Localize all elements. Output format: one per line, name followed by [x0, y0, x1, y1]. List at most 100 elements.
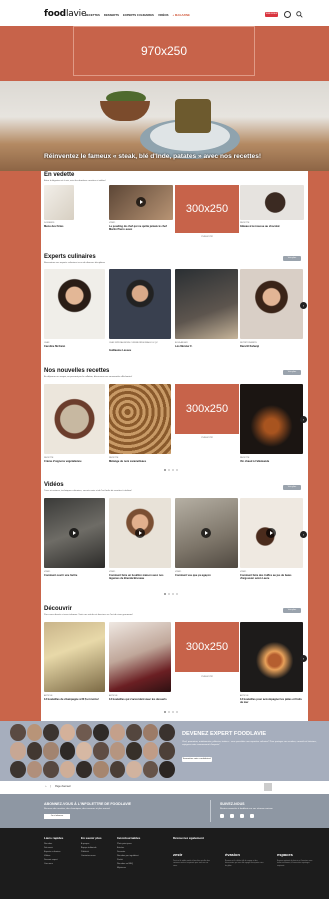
video-card-3[interactable]	[175, 498, 238, 568]
submit-candidature-button[interactable]: Soumettez votre candidature!	[182, 757, 212, 762]
home-icon[interactable]: ⌂	[45, 785, 46, 788]
video-card-2[interactable]	[109, 498, 171, 568]
footer-link[interactable]: Experts culinaires	[44, 851, 63, 853]
play-icon[interactable]	[136, 197, 146, 207]
card-title[interactable]: Menu des Fêtes	[44, 225, 76, 228]
section-title-discover: Découvrir	[44, 606, 73, 612]
card-title[interactable]: Crème d'oignons végétalienne	[44, 460, 105, 463]
card-title[interactable]: Le pouding du chef qui ne quitte jamais …	[109, 225, 173, 231]
card-title[interactable]: Caroline McCann	[44, 345, 105, 348]
nav-item-more[interactable]: + MAGAZINE	[173, 13, 190, 17]
youtube-icon[interactable]	[250, 814, 254, 818]
expert-card-1[interactable]	[44, 269, 105, 339]
breadcrumb-separator: |	[50, 785, 52, 788]
card-title[interactable]: Gâteau à la mousse au chocolat	[240, 225, 304, 228]
partner-espaces[interactable]: espaces Espaces présente le plein air et…	[277, 852, 317, 867]
site-logo[interactable]: foodlavie	[44, 9, 87, 19]
footer-link[interactable]: Recettes par ingrédient	[117, 855, 140, 857]
card-title[interactable]: Comment faire des truffes au jus de baie…	[240, 574, 303, 580]
nav-item-experts[interactable]: EXPERTS CULINAIRES	[123, 13, 154, 17]
discover-card-2[interactable]	[109, 622, 171, 692]
footer-link[interactable]: Vidéos	[44, 855, 63, 857]
expert-card-2[interactable]	[109, 269, 171, 339]
top-ad[interactable]: 970x250	[73, 26, 255, 76]
section-subtitle-recipes: En déjeuner au souper, en passant par la…	[44, 376, 133, 378]
footer-link[interactable]: Recettes	[44, 843, 63, 845]
play-icon[interactable]	[201, 528, 211, 538]
footer-link[interactable]: Recettes au BBQ	[117, 863, 140, 865]
card-title[interactable]: Vin chaud à l'allemande	[240, 460, 303, 463]
footer-link[interactable]: À propos	[81, 843, 102, 845]
card-title[interactable]: Comment vas que ça agaçon	[175, 574, 238, 577]
play-icon[interactable]	[69, 528, 79, 538]
see-all-experts-button[interactable]: Voir plus	[283, 256, 301, 261]
see-all-videos-button[interactable]: Voir plus	[283, 485, 301, 490]
card-title[interactable]: 13 bouteilles qui s'accordent avec les d…	[109, 698, 171, 701]
footer-link[interactable]: Concours	[44, 863, 63, 865]
section-title-experts: Experts culinaires	[44, 254, 96, 260]
nav-item-desserts[interactable]: DESSERTS	[104, 13, 119, 17]
card-title[interactable]: 13 bouteilles de champagne à 60 $ et moi…	[44, 698, 105, 701]
recipe-card-3[interactable]	[240, 384, 303, 454]
facebook-icon[interactable]	[220, 814, 224, 818]
subscribe-button[interactable]: S'ABONNER	[265, 12, 278, 17]
site-header: foodlavie RECETTES DESSERTS EXPERTS CULI…	[0, 0, 329, 26]
carousel-dots[interactable]	[164, 469, 178, 471]
featured-card-3[interactable]	[240, 185, 304, 220]
card-title[interactable]: Guillaume Lasseu	[109, 349, 171, 352]
card-image	[109, 622, 171, 692]
see-all-recipes-button[interactable]: Voir plus	[283, 370, 301, 375]
footer-link[interactable]: Mijoteuse	[117, 867, 140, 869]
discover-card-3[interactable]	[240, 622, 303, 692]
footer-link[interactable]: Devenir expert	[44, 859, 63, 861]
footer-link[interactable]: Découvrir	[44, 847, 63, 849]
card-title[interactable]: Comment ouvrir une huître	[44, 574, 105, 577]
partner-zestr[interactable]: zestr Zestr est le média santé et bien-ê…	[173, 852, 213, 867]
partner-evasion[interactable]: évasion Évasion est la chaîne télé du vo…	[225, 852, 265, 867]
carousel-next-icon[interactable]: ›	[300, 655, 307, 662]
carousel-next-icon[interactable]: ›	[300, 302, 307, 309]
footer-link[interactable]: Poulet	[117, 859, 140, 861]
instagram-icon[interactable]	[240, 814, 244, 818]
hero-banner[interactable]: Réinventez le fameux « steak, blé d'Inde…	[0, 81, 329, 171]
recipe-card-1[interactable]	[44, 384, 105, 454]
search-icon[interactable]	[296, 11, 303, 18]
featured-card-2[interactable]	[109, 185, 173, 220]
footer-link[interactable]: Plats principaux	[117, 843, 140, 845]
carousel-dots[interactable]	[164, 593, 178, 595]
carousel-next-icon[interactable]: ›	[300, 531, 307, 538]
carousel-next-icon[interactable]: ›	[300, 416, 307, 423]
footer-link[interactable]: Desserts	[117, 851, 140, 853]
video-card-4[interactable]	[240, 498, 303, 568]
newsletter-subscribe-button[interactable]: Je m'abonne	[44, 814, 70, 819]
scroll-top-button[interactable]	[264, 783, 272, 791]
featured-ad[interactable]: 300x250	[175, 185, 239, 233]
featured-card-1[interactable]	[44, 185, 74, 220]
nav-item-videos[interactable]: VIDÉOS	[158, 13, 169, 17]
card-title[interactable]: Dara El Kahanji	[240, 345, 303, 348]
expert-card-4[interactable]	[240, 269, 303, 339]
hero-title[interactable]: Réinventez le fameux « steak, blé d'Inde…	[44, 153, 261, 160]
footer-link[interactable]: Publicité	[81, 851, 102, 853]
discover-ad[interactable]: 300x250	[175, 622, 239, 672]
footer-link[interactable]: Équipe éditoriale	[81, 847, 102, 849]
discover-card-1[interactable]	[44, 622, 105, 692]
play-icon[interactable]	[266, 528, 276, 538]
footer-link[interactable]: Contactez-nous	[81, 855, 102, 857]
user-icon[interactable]	[284, 11, 291, 18]
video-card-1[interactable]	[44, 498, 105, 568]
card-title[interactable]: Mélange de noix caramélisées	[109, 460, 171, 463]
carousel-dots[interactable]	[164, 711, 178, 713]
nav-item-recettes[interactable]: RECETTES	[85, 13, 100, 17]
card-image	[109, 384, 171, 454]
card-title[interactable]: Comment faire un bouillon maison avec no…	[109, 574, 171, 580]
twitter-icon[interactable]	[230, 814, 234, 818]
play-icon[interactable]	[135, 528, 145, 538]
footer-link[interactable]: Entrées	[117, 847, 140, 849]
recipe-card-2[interactable]	[109, 384, 171, 454]
recipes-ad[interactable]: 300x250	[175, 384, 239, 434]
card-title[interactable]: Léo Mercier F.	[175, 345, 238, 348]
see-all-discover-button[interactable]: Voir plus	[283, 608, 301, 613]
expert-card-3[interactable]	[175, 269, 238, 339]
card-title[interactable]: 13 bouteilles pour accompagner les pâtes…	[240, 698, 303, 704]
